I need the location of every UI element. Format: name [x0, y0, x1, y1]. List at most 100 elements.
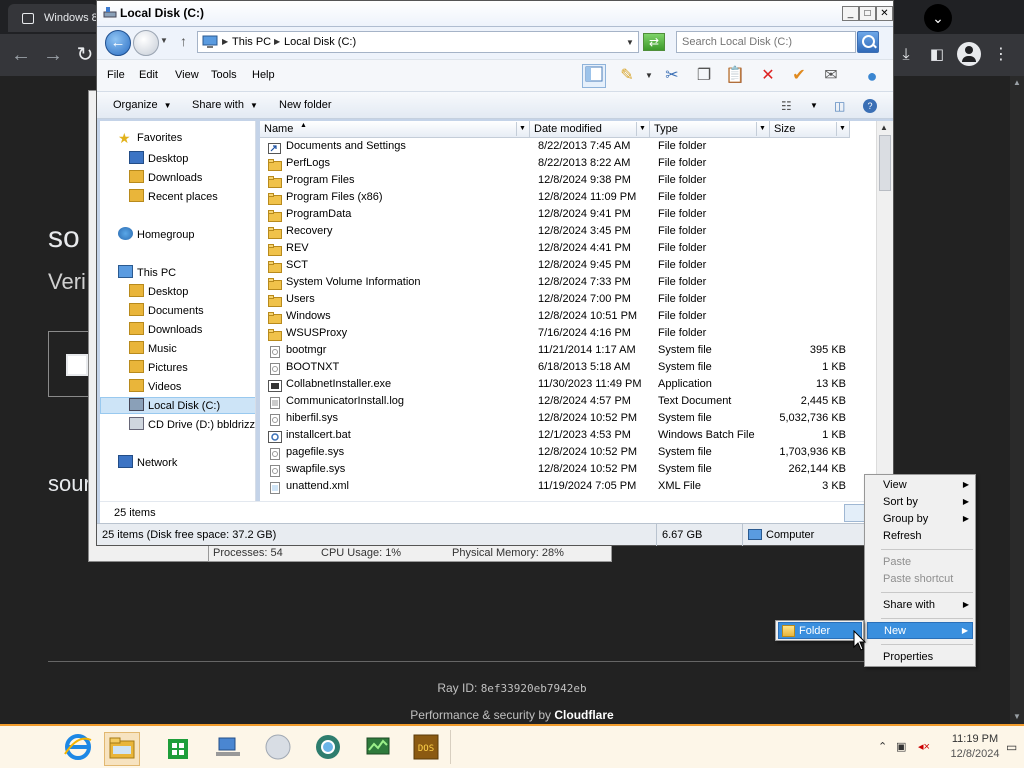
- notification-icon[interactable]: ▭: [1006, 740, 1017, 754]
- breadcrumb-local-disk[interactable]: Local Disk (C:): [284, 36, 356, 48]
- delete-icon[interactable]: ✕: [756, 64, 780, 88]
- minimize-button[interactable]: _: [842, 6, 859, 21]
- email-icon[interactable]: ✉: [819, 64, 843, 88]
- download-icon[interactable]: ⤓: [893, 42, 919, 68]
- breadcrumb-this-pc[interactable]: This PC: [232, 36, 271, 48]
- sidebar-icon[interactable]: ◧: [924, 42, 950, 68]
- file-row[interactable]: BOOTNXT 6/18/2013 5:18 AM System file 1 KB: [260, 359, 876, 376]
- profile-avatar-icon[interactable]: [957, 42, 981, 66]
- sphere-app-icon[interactable]: [260, 732, 296, 766]
- address-bar[interactable]: ▶ This PC ▶ Local Disk (C:) ▼: [197, 31, 639, 53]
- checkmark-icon[interactable]: ✔: [787, 64, 811, 88]
- nav-recent-places[interactable]: Recent places: [129, 189, 218, 206]
- file-list-scrollbar[interactable]: ▲: [876, 121, 893, 519]
- file-row[interactable]: bootmgr 11/21/2014 1:17 AM System file 395 …: [260, 342, 876, 359]
- network-status-icon[interactable]: ▣: [896, 740, 906, 753]
- task-manager-icon[interactable]: [360, 732, 396, 766]
- back-button[interactable]: ←: [105, 30, 131, 56]
- nav-pc-videos[interactable]: Videos: [129, 379, 181, 396]
- nav-network[interactable]: Network: [118, 455, 177, 472]
- browser-app-icon[interactable]: [310, 732, 346, 766]
- nav-pc-music[interactable]: Music: [129, 341, 177, 358]
- copy-icon[interactable]: ❐: [692, 64, 716, 88]
- file-row[interactable]: pagefile.sys 12/8/2024 10:52 PM System fil…: [260, 444, 876, 461]
- maximize-button[interactable]: □: [859, 6, 876, 21]
- verify-checkbox[interactable]: [66, 354, 88, 376]
- file-row[interactable]: Windows 12/8/2024 10:51 PM File folder: [260, 308, 876, 325]
- share-with-button[interactable]: Share with ▼: [192, 99, 258, 111]
- menu-edit[interactable]: Edit: [139, 69, 158, 81]
- ctx-view[interactable]: View ▶: [867, 477, 973, 494]
- column-dropdown-icon[interactable]: ▼: [516, 122, 528, 136]
- search-input[interactable]: [682, 33, 852, 51]
- cloudflare-link[interactable]: Cloudflare: [554, 708, 613, 722]
- scroll-up-icon[interactable]: ▲: [880, 123, 888, 132]
- chevron-down-icon[interactable]: ⌄: [924, 4, 952, 32]
- menu-help[interactable]: Help: [252, 69, 275, 81]
- browser-tab[interactable]: Windows 8: [8, 4, 98, 32]
- details-view-icon[interactable]: [844, 504, 866, 522]
- new-folder-button[interactable]: New folder: [279, 99, 332, 111]
- ctx-group-by[interactable]: Group by ▶: [867, 511, 973, 528]
- file-row[interactable]: WSUSProxy 7/16/2024 4:16 PM File folder: [260, 325, 876, 342]
- remote-desktop-icon[interactable]: [210, 732, 246, 766]
- file-row[interactable]: Recovery 12/8/2024 3:45 PM File folder: [260, 223, 876, 240]
- preview-pane-icon[interactable]: [582, 64, 606, 88]
- file-row[interactable]: Users 12/8/2024 7:00 PM File folder: [260, 291, 876, 308]
- close-button[interactable]: ✕: [876, 6, 893, 21]
- column-name[interactable]: Name ▲ ▼: [260, 121, 530, 138]
- address-dropdown-icon[interactable]: ▼: [626, 38, 634, 47]
- refresh-button[interactable]: ⇄: [643, 33, 665, 51]
- paste-icon[interactable]: 📋: [723, 64, 747, 88]
- search-field[interactable]: [676, 31, 856, 53]
- up-arrow-icon[interactable]: ↑: [180, 33, 187, 49]
- more-menu-icon[interactable]: ⋮: [988, 42, 1014, 68]
- file-row[interactable]: Program Files 12/8/2024 9:38 PM File folde…: [260, 172, 876, 189]
- file-row[interactable]: ProgramData 12/8/2024 9:41 PM File folder: [260, 206, 876, 223]
- globe-icon[interactable]: ●: [860, 64, 884, 88]
- ctx-paste-shortcut[interactable]: Paste shortcut: [867, 571, 973, 588]
- column-dropdown-icon[interactable]: ▼: [836, 122, 848, 136]
- file-row[interactable]: PerfLogs 8/22/2013 8:22 AM File folder: [260, 155, 876, 172]
- ctx-refresh[interactable]: Refresh: [867, 528, 973, 545]
- nav-pc-downloads[interactable]: Downloads: [129, 322, 202, 339]
- page-scrollbar[interactable]: ▲ ▼: [1010, 76, 1024, 724]
- forward-button[interactable]: [133, 30, 159, 56]
- file-row[interactable]: swapfile.sys 12/8/2024 10:52 PM System fil…: [260, 461, 876, 478]
- store-icon[interactable]: [160, 732, 196, 766]
- properties-icon[interactable]: ✎: [615, 64, 639, 88]
- search-icon[interactable]: [857, 31, 879, 53]
- view-options-dropdown-icon[interactable]: ▼: [810, 101, 818, 110]
- ctx-sort-by[interactable]: Sort by ▶: [867, 494, 973, 511]
- column-dropdown-icon[interactable]: ▼: [636, 122, 648, 136]
- nav-cd-drive[interactable]: CD Drive (D:) bbldrizzy: [129, 417, 255, 434]
- file-row[interactable]: SCT 12/8/2024 9:45 PM File folder: [260, 257, 876, 274]
- file-row[interactable]: Documents and Settings 8/22/2013 7:45 AM F…: [260, 138, 876, 155]
- internet-explorer-icon[interactable]: [60, 732, 96, 766]
- scroll-down-icon[interactable]: ▼: [1013, 712, 1021, 721]
- column-type[interactable]: Type ▼: [650, 121, 770, 138]
- ctx-share-with[interactable]: Share with ▶: [867, 597, 973, 614]
- file-explorer-icon[interactable]: [104, 732, 140, 766]
- ctx-properties[interactable]: Properties: [867, 649, 973, 666]
- menu-view[interactable]: View: [175, 69, 199, 81]
- view-options-icon[interactable]: ☷: [781, 99, 792, 113]
- ctx-paste[interactable]: Paste: [867, 554, 973, 571]
- help-icon[interactable]: ?: [863, 99, 877, 113]
- column-size[interactable]: Size ▼: [770, 121, 850, 138]
- nav-favorites[interactable]: ★ Favorites: [118, 131, 182, 149]
- nav-desktop[interactable]: Desktop: [129, 151, 188, 168]
- reload-icon[interactable]: ↻: [72, 42, 98, 68]
- ctx-new[interactable]: New ▶: [867, 622, 973, 639]
- show-hidden-icons[interactable]: ⌃: [878, 740, 887, 753]
- menu-file[interactable]: File: [107, 69, 125, 81]
- nav-local-disk[interactable]: Local Disk (C:): [100, 397, 255, 414]
- scroll-up-icon[interactable]: ▲: [1013, 78, 1021, 87]
- recent-locations-icon[interactable]: ▼: [160, 36, 168, 45]
- nav-homegroup[interactable]: Homegroup: [118, 227, 194, 244]
- dosbox-icon[interactable]: DOS: [408, 732, 444, 766]
- nav-this-pc[interactable]: This PC: [118, 265, 176, 282]
- properties-dropdown-icon[interactable]: ▼: [637, 64, 661, 88]
- file-row[interactable]: CollabnetInstaller.exe 11/30/2023 11:49 P…: [260, 376, 876, 393]
- file-row[interactable]: CommunicatorInstall.log 12/8/2024 4:57 PM…: [260, 393, 876, 410]
